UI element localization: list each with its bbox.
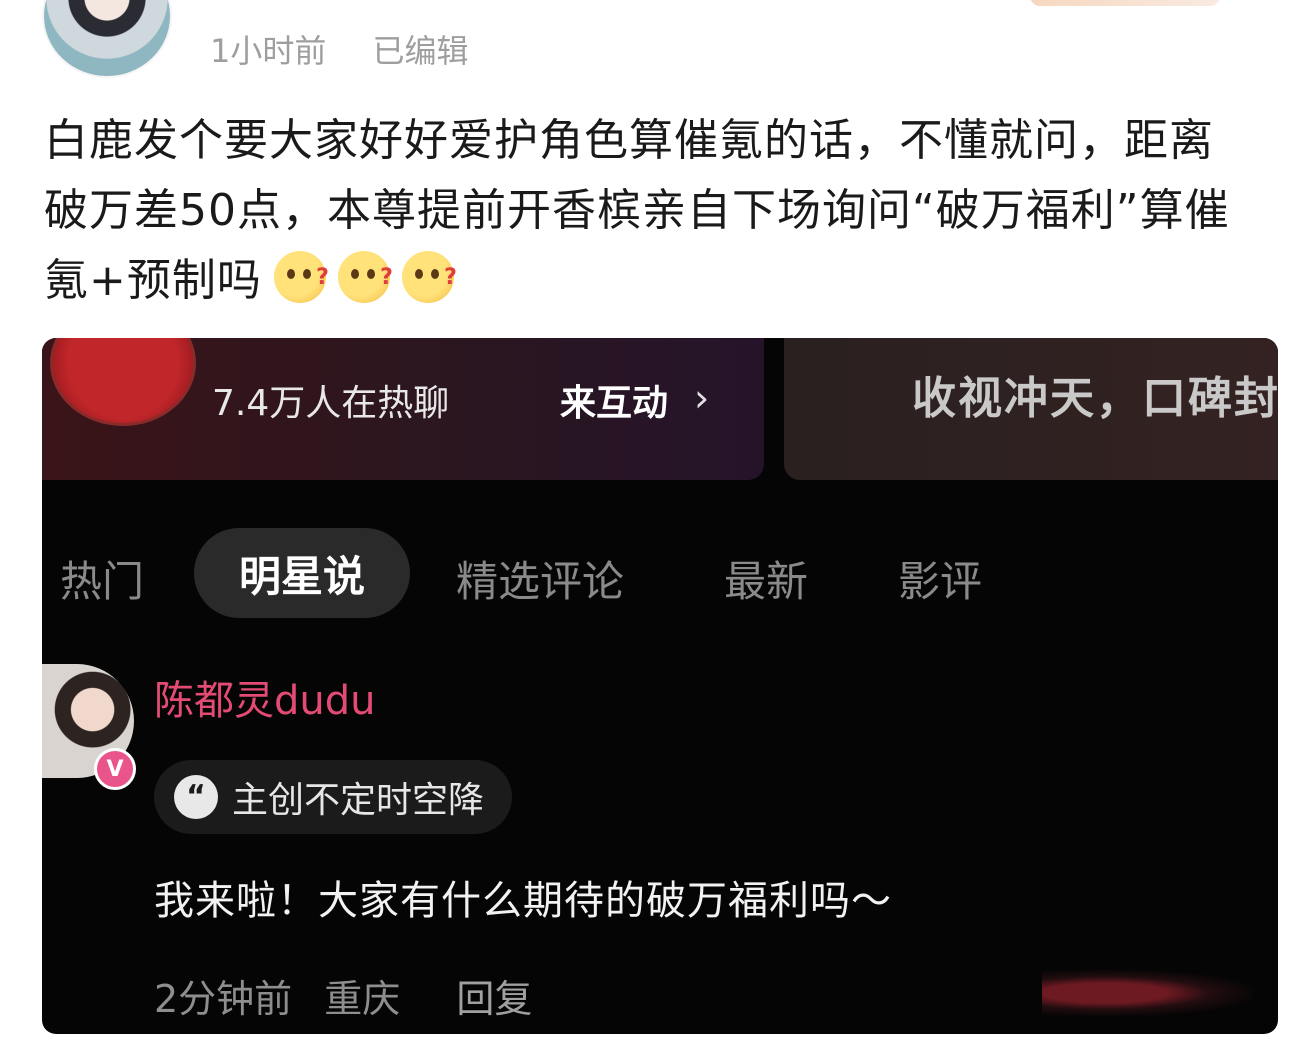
drama-logo — [50, 338, 196, 426]
author-avatar[interactable] — [42, 0, 172, 78]
tab-hot[interactable]: 热门 — [60, 548, 144, 609]
chevron-right-icon: › — [694, 376, 710, 420]
tab-latest[interactable]: 最新 — [724, 548, 808, 609]
comment-text: 我来啦！大家有什么期待的破万福利吗～ — [154, 878, 892, 924]
post-time: 1小时前 — [210, 32, 327, 70]
tab-reviews[interactable]: 影评 — [898, 548, 982, 609]
creator-tag-label: 主创不定时空降 — [232, 780, 485, 821]
embedded-screenshot[interactable]: 7.4万人在热聊 来互动 › 收视冲天，口碑封 热门 明星说 精选评论 最新 影… — [42, 338, 1278, 1034]
heat-count: 7.4万人在热聊 — [212, 383, 450, 424]
follow-button[interactable] — [1030, 0, 1220, 6]
weibo-post: 1小时前 已编辑 白鹿发个要大家好好爱护角色算催氪的话，不懂就问，距离破万差50… — [0, 0, 1290, 1062]
drama-topic-card[interactable]: 7.4万人在热聊 来互动 › — [42, 338, 764, 480]
tab-featured[interactable]: 精选评论 — [456, 548, 624, 609]
edited-label: 已编辑 — [372, 32, 469, 70]
thinking-emoji-icon — [273, 243, 330, 313]
reply-button[interactable]: 回复 — [456, 977, 532, 1021]
post-body: 白鹿发个要大家好好爱护角色算催氪的话，不懂就问，距离破万差50点，本尊提前开香槟… — [44, 115, 1230, 306]
promo-text: 收视冲天，口碑封 — [912, 373, 1278, 424]
post-text: 白鹿发个要大家好好爱护角色算催氪的话，不懂就问，距离破万差50点，本尊提前开香槟… — [44, 106, 1254, 316]
promo-card[interactable]: 收视冲天，口碑封 — [784, 338, 1278, 480]
tab-star-says[interactable]: 明星说 — [194, 528, 410, 618]
interact-button[interactable]: 来互动 — [560, 374, 668, 426]
verified-icon: V — [94, 748, 136, 790]
comment-meta: 2分钟前 重庆 回复 — [154, 968, 552, 1023]
quote-icon: “ — [174, 775, 218, 819]
thinking-emoji-icon — [337, 243, 394, 313]
thinking-emoji-icon — [401, 243, 458, 313]
comment-tabs: 热门 明星说 精选评论 最新 影评 — [42, 528, 1278, 618]
like-icon[interactable] — [1042, 970, 1252, 1016]
creator-tag: “ 主创不定时空降 — [154, 760, 513, 834]
post-meta: 1小时前 已编辑 — [210, 26, 505, 72]
comment-time: 2分钟前 — [154, 977, 293, 1021]
comment-location: 重庆 — [324, 977, 401, 1021]
commenter-name[interactable]: 陈都灵dudu — [154, 668, 375, 726]
